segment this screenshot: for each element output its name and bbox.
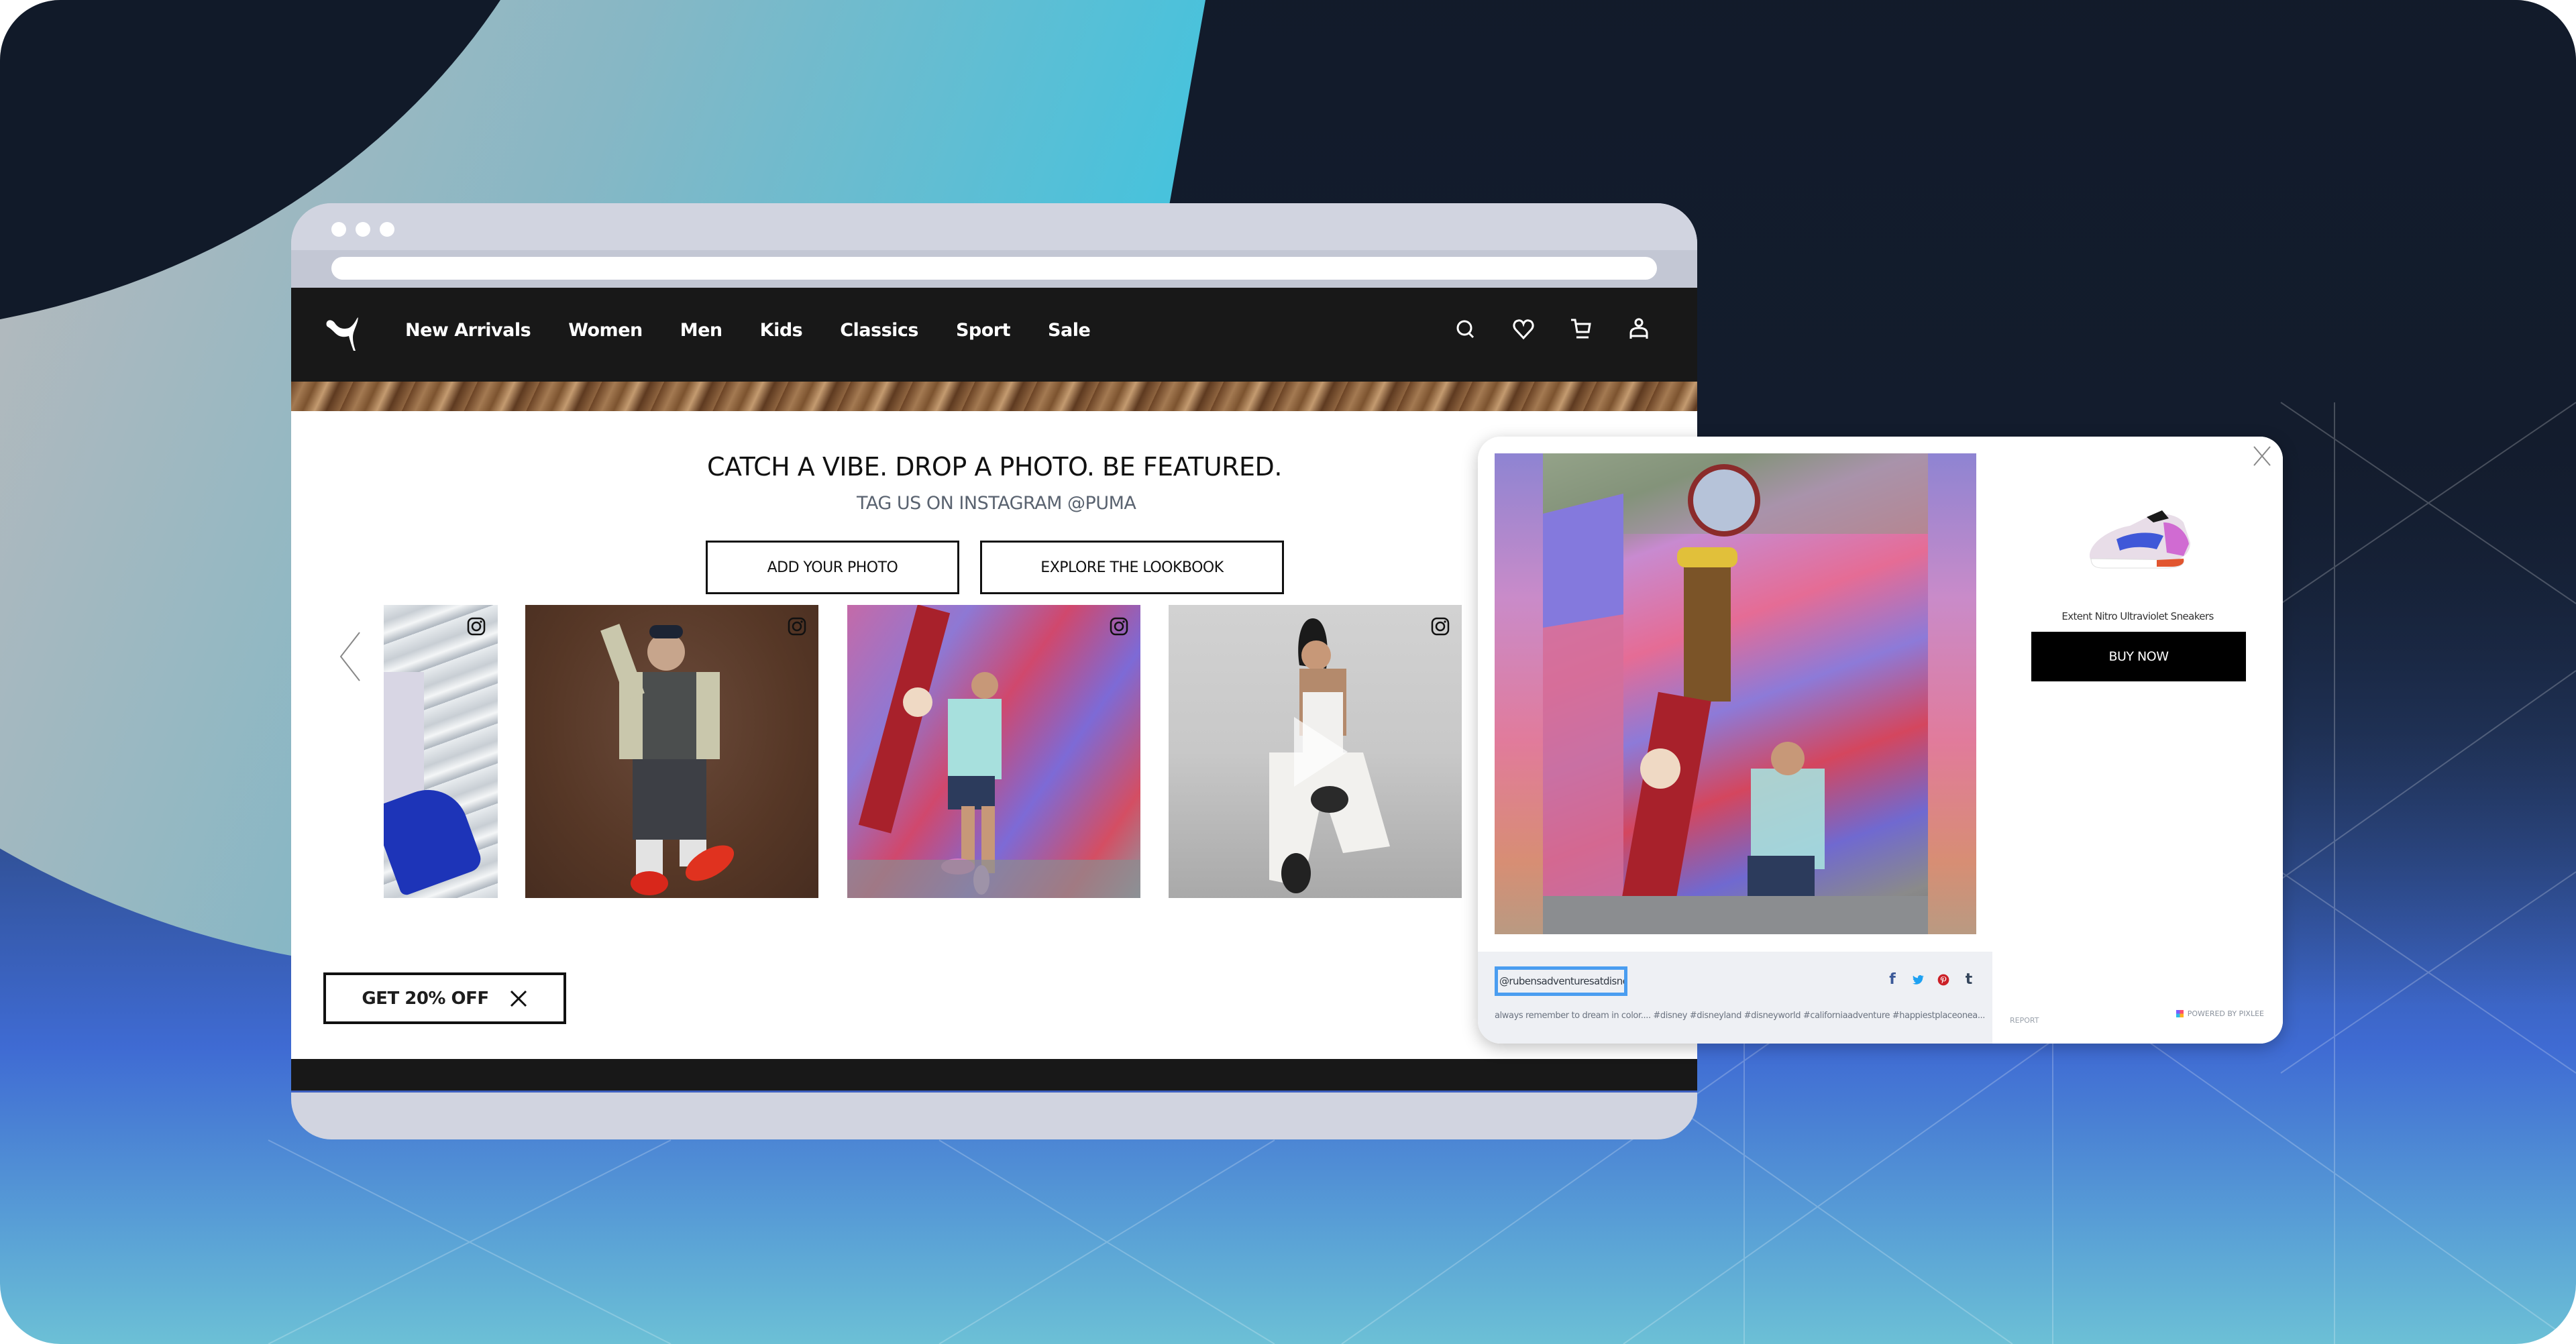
nav-link-classics[interactable]: Classics [840, 320, 918, 341]
nav-links: New Arrivals Women Men Kids Classics Spo… [405, 320, 1128, 341]
window-dot-minimize[interactable] [356, 222, 370, 237]
twitter-icon[interactable] [1911, 972, 1925, 988]
report-link[interactable]: REPORT [2010, 1016, 2039, 1025]
nav-link-sport[interactable]: Sport [956, 320, 1011, 341]
instagram-icon [1431, 617, 1450, 636]
buy-now-button[interactable]: BUY NOW [2031, 632, 2246, 681]
window-dot-maximize[interactable] [380, 222, 394, 237]
nav-link-sale[interactable]: Sale [1048, 320, 1091, 341]
lightbox-product-panel: Extent Nitro Ultraviolet Sneakers BUY NO… [1992, 437, 2283, 1044]
close-icon[interactable] [2252, 445, 2272, 467]
get-discount-button[interactable]: GET 20% OFF [323, 972, 566, 1024]
nav-link-men[interactable]: Men [680, 320, 722, 341]
lightbox-caption-area: @rubensadventuresatdisney f t always rem… [1478, 952, 1992, 1044]
page-headline: CATCH A VIBE. DROP A PHOTO. BE FEATURED. [707, 452, 1282, 482]
tile-photo-detail [600, 624, 735, 895]
powered-by-label: POWERED BY PIXLEE [2187, 1009, 2264, 1018]
gallery-tile[interactable] [525, 605, 818, 898]
chevron-left-icon[interactable] [337, 630, 364, 683]
gallery-tile[interactable] [847, 605, 1140, 898]
lightbox-photo[interactable] [1543, 453, 1928, 934]
hero-banner-image [291, 382, 1697, 411]
lightbox-media-panel: @rubensadventuresatdisney f t always rem… [1478, 437, 1992, 1044]
explore-lookbook-button[interactable]: EXPLORE THE LOOKBOOK [980, 541, 1284, 594]
page-subheadline: TAG US ON INSTAGRAM @PUMA [857, 493, 1136, 514]
product-image[interactable] [2083, 502, 2197, 576]
share-icons: f t [1886, 972, 1976, 988]
site-footer [291, 1059, 1697, 1093]
facebook-icon[interactable]: f [1886, 972, 1899, 988]
add-your-photo-button[interactable]: ADD YOUR PHOTO [706, 541, 959, 594]
nav-link-new-arrivals[interactable]: New Arrivals [405, 320, 531, 341]
puma-logo-icon[interactable] [325, 315, 365, 352]
instagram-icon [467, 617, 486, 636]
lightbox-photo-detail [1543, 453, 1928, 934]
pixlee-logo-icon [2176, 1010, 2184, 1017]
search-icon[interactable] [1454, 317, 1477, 341]
user-icon[interactable] [1627, 317, 1650, 341]
window-dot-close[interactable] [331, 222, 346, 237]
nav-link-kids[interactable]: Kids [760, 320, 803, 341]
promo-label: GET 20% OFF [362, 988, 489, 1009]
powered-by-pixlee-link[interactable]: POWERED BY PIXLEE [2176, 1009, 2264, 1018]
author-handle: @rubensadventuresatdisney [1499, 975, 1627, 987]
play-video-icon[interactable] [1293, 716, 1348, 787]
author-handle-link[interactable]: @rubensadventuresatdisney [1495, 966, 1627, 996]
photo-caption: always remember to dream in color.... #d… [1495, 1011, 1986, 1021]
heart-icon[interactable] [1512, 317, 1535, 341]
address-bar[interactable] [331, 257, 1657, 280]
tile-photo-detail [847, 605, 1140, 898]
close-icon[interactable] [509, 989, 528, 1008]
instagram-icon [1110, 617, 1128, 636]
pinterest-icon[interactable] [1937, 972, 1950, 988]
site-nav: New Arrivals Women Men Kids Classics Spo… [291, 288, 1697, 382]
instagram-icon [788, 617, 806, 636]
tumblr-icon[interactable]: t [1962, 972, 1976, 988]
browser-titlebar [291, 203, 1697, 250]
lightbox-media [1495, 453, 1976, 934]
product-name: Extent Nitro Ultraviolet Sneakers [2061, 610, 2214, 622]
window-controls [331, 222, 394, 237]
cart-icon[interactable] [1570, 317, 1593, 341]
nav-link-women[interactable]: Women [568, 320, 643, 341]
gallery-tile[interactable] [384, 605, 498, 898]
gallery-tile[interactable] [1169, 605, 1462, 898]
photo-lightbox-modal: @rubensadventuresatdisney f t always rem… [1478, 437, 2283, 1044]
nav-icons [1454, 317, 1650, 341]
